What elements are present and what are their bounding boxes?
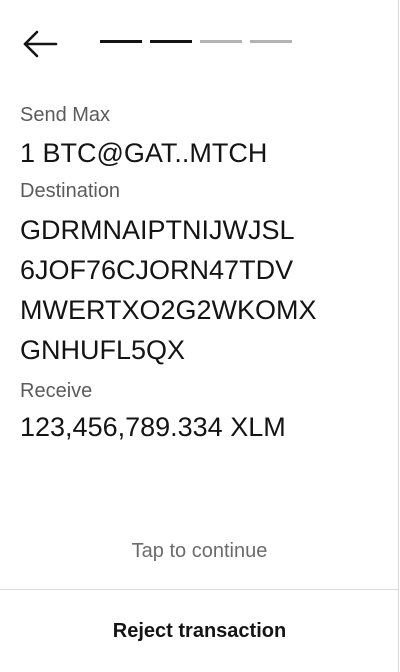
transaction-details: Send Max 1 BTC@GAT..MTCH Destination GDR… (20, 102, 390, 452)
progress-step (200, 40, 242, 43)
destination-line: GNHUFL5QX (20, 335, 186, 365)
header (0, 0, 399, 90)
step-progress-indicator (100, 40, 292, 43)
send-field: Send Max 1 BTC@GAT..MTCH (20, 102, 390, 170)
destination-line: MWERTXO2G2WKOMX (20, 295, 317, 325)
destination-label: Destination (20, 180, 121, 202)
receive-field: Receive 123,456,789.334 XLM (20, 378, 390, 444)
destination-line: 6JOF76CJORN47TDV (20, 255, 294, 285)
tap-to-continue-hint[interactable]: Tap to continue (0, 537, 399, 565)
destination-value: GDRMNAIPTNIJWJSL 6JOF76CJORN47TDV MWERTX… (20, 210, 390, 370)
receive-label: Receive (20, 380, 93, 402)
send-value: 1 BTC@GAT..MTCH (20, 138, 268, 168)
transaction-review-screen: Send Max 1 BTC@GAT..MTCH Destination GDR… (0, 0, 399, 672)
progress-step (100, 40, 142, 43)
back-button[interactable] (18, 26, 60, 62)
destination-line: GDRMNAIPTNIJWJSL (20, 215, 295, 245)
progress-step (150, 40, 192, 43)
arrow-left-icon (18, 26, 60, 62)
send-label: Send Max (20, 104, 111, 126)
destination-field: Destination GDRMNAIPTNIJWJSL 6JOF76CJORN… (20, 178, 390, 370)
receive-value: 123,456,789.334 XLM (20, 412, 286, 442)
reject-transaction-button[interactable]: Reject transaction (0, 590, 399, 672)
progress-step (250, 40, 292, 43)
